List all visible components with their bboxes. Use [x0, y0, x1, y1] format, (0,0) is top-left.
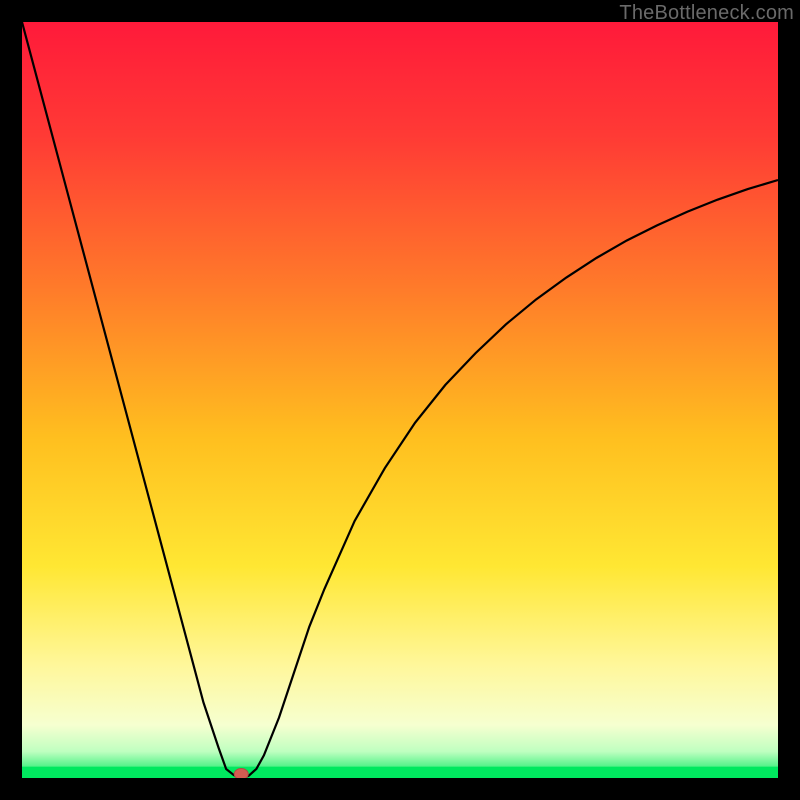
- watermark-label: TheBottleneck.com: [619, 2, 794, 25]
- bottleneck-chart: [22, 22, 778, 778]
- plot-area: [22, 22, 778, 778]
- gradient-background: [22, 22, 778, 778]
- bottom-green-band: [22, 767, 778, 778]
- chart-frame: TheBottleneck.com: [0, 0, 800, 800]
- optimum-marker: [234, 769, 248, 779]
